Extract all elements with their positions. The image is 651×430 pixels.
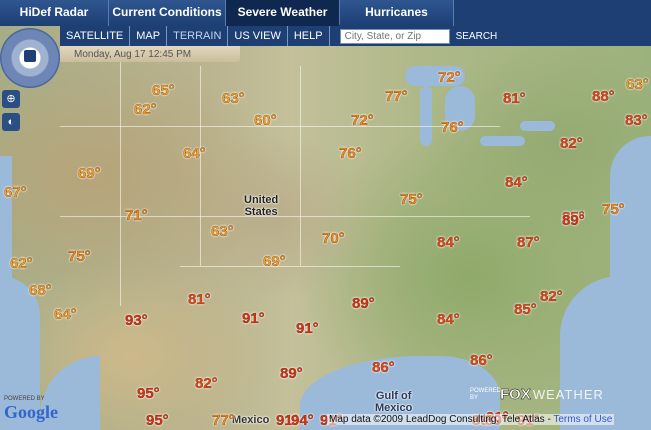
temperature-marker[interactable]: 89° xyxy=(562,212,585,229)
fox-logo: FOX xyxy=(500,386,531,403)
temperature-marker[interactable]: 82° xyxy=(560,135,583,152)
temperature-marker[interactable]: 84° xyxy=(437,234,460,251)
temperature-marker[interactable]: 89° xyxy=(352,295,375,312)
temperature-marker[interactable]: 84° xyxy=(505,174,528,191)
temperature-marker[interactable]: 93° xyxy=(125,312,148,329)
tab-hurricanes[interactable]: Hurricanes xyxy=(340,0,454,26)
lake-ontario xyxy=(520,121,555,131)
temperature-marker[interactable]: 65° xyxy=(152,82,175,99)
state-border xyxy=(60,126,500,127)
temperature-marker[interactable]: 60° xyxy=(254,112,277,129)
temperature-marker[interactable]: 91° xyxy=(242,310,265,327)
temperature-marker[interactable]: 84° xyxy=(437,311,460,328)
temperature-marker[interactable]: 63° xyxy=(626,76,649,93)
atlantic-coast xyxy=(560,276,620,430)
satellite-button[interactable]: SATELLITE xyxy=(60,26,131,46)
temperature-marker[interactable]: 76° xyxy=(339,145,362,162)
temperature-marker[interactable]: 71° xyxy=(125,207,148,224)
fox-powered-label: POWERED BY xyxy=(470,387,502,401)
pan-control[interactable] xyxy=(0,28,60,88)
label-mexico: Mexico xyxy=(232,414,270,426)
map-button[interactable]: MAP xyxy=(130,26,168,46)
label-gulf-of-mexico: Gulf of Mexico xyxy=(375,390,413,414)
timestamp-bar: Monday, Aug 17 12:45 PM xyxy=(60,46,240,62)
zoom-icon[interactable]: ⊕ xyxy=(2,90,20,108)
map-attribution: Map data ©2009 LeadDog Consulting, Tele … xyxy=(327,414,615,425)
label-united-states: United States xyxy=(244,194,279,218)
lake-erie xyxy=(480,136,525,146)
google-logo[interactable]: Google xyxy=(4,402,58,423)
temperature-marker[interactable]: 94° xyxy=(291,412,314,429)
temperature-marker[interactable]: 86° xyxy=(470,352,493,369)
temperature-marker[interactable]: 70° xyxy=(322,230,345,247)
attribution-text: Map data ©2009 LeadDog Consulting, Tele … xyxy=(329,414,554,425)
temperature-marker[interactable]: 75° xyxy=(68,248,91,265)
state-border xyxy=(200,66,201,266)
google-branding: POWERED BY Google xyxy=(4,396,58,423)
fox-weather-logo: WEATHER xyxy=(532,387,604,402)
temperature-marker[interactable]: 75° xyxy=(400,191,423,208)
temperature-marker[interactable]: 86° xyxy=(372,359,395,376)
temperature-marker[interactable]: 68° xyxy=(29,282,52,299)
help-button[interactable]: HELP xyxy=(288,26,330,46)
search-input[interactable] xyxy=(339,28,450,44)
search-button[interactable]: SEARCH xyxy=(456,31,498,42)
temperature-marker[interactable]: 72° xyxy=(438,69,461,86)
temperature-marker[interactable]: 89° xyxy=(280,365,303,382)
temperature-marker[interactable]: 91° xyxy=(296,320,319,337)
temperature-marker[interactable]: 63° xyxy=(222,90,245,107)
tab-bar-filler xyxy=(454,0,651,26)
temperature-marker[interactable]: 77° xyxy=(385,88,408,105)
temperature-marker[interactable]: 67° xyxy=(4,184,27,201)
lock-icon xyxy=(24,50,36,62)
weather-map[interactable]: United States Gulf of Mexico Mexico xyxy=(0,26,651,430)
temperature-marker[interactable]: 77° xyxy=(212,412,235,429)
timestamp: Monday, Aug 17 12:45 PM xyxy=(74,48,192,60)
temperature-marker[interactable]: 72° xyxy=(351,112,374,129)
state-border xyxy=(300,66,301,266)
temperature-marker[interactable]: 95° xyxy=(137,385,160,402)
temperature-marker[interactable]: 81° xyxy=(188,291,211,308)
top-tab-bar: HiDef Radar Current Conditions Severe We… xyxy=(0,0,651,26)
temperature-marker[interactable]: 64° xyxy=(54,306,77,323)
fox-branding: POWERED BY FOX WEATHER xyxy=(470,386,604,403)
map-toolbar: SATELLITE MAP TERRAIN US VIEW HELP SEARC… xyxy=(60,26,651,46)
temperature-marker[interactable]: 95° xyxy=(146,412,169,429)
temperature-marker[interactable]: 82° xyxy=(540,288,563,305)
google-logo-text: Google xyxy=(4,402,58,422)
tab-current-conditions[interactable]: Current Conditions xyxy=(109,0,226,26)
lake-michigan xyxy=(420,86,432,146)
temperature-marker[interactable]: 83° xyxy=(625,112,648,129)
temperature-marker[interactable]: 85° xyxy=(514,301,537,318)
temperature-marker[interactable]: 62° xyxy=(10,255,33,272)
temperature-marker[interactable]: 81° xyxy=(503,90,526,107)
temperature-marker[interactable]: 62° xyxy=(134,101,157,118)
state-border xyxy=(180,266,400,267)
temperature-marker[interactable]: 87° xyxy=(517,234,540,251)
temperature-marker[interactable]: 64° xyxy=(183,145,206,162)
terms-of-use-link[interactable]: Terms of Use xyxy=(553,414,612,425)
tab-severe-weather[interactable]: Severe Weather xyxy=(226,0,340,26)
tab-hidef-radar[interactable]: HiDef Radar xyxy=(0,0,109,26)
temperature-marker[interactable]: 75° xyxy=(602,201,625,218)
state-border xyxy=(120,56,121,306)
us-view-button[interactable]: US VIEW xyxy=(228,26,288,46)
temperature-marker[interactable]: 69° xyxy=(78,165,101,182)
temperature-marker[interactable]: 82° xyxy=(195,375,218,392)
terrain-button[interactable]: TERRAIN xyxy=(167,26,229,46)
temperature-marker[interactable]: 76° xyxy=(441,119,464,136)
temperature-marker[interactable]: 69° xyxy=(263,253,286,270)
contrast-icon[interactable]: ◐ xyxy=(2,113,20,131)
temperature-marker[interactable]: 88° xyxy=(592,88,615,105)
temperature-marker[interactable]: 63° xyxy=(211,223,234,240)
